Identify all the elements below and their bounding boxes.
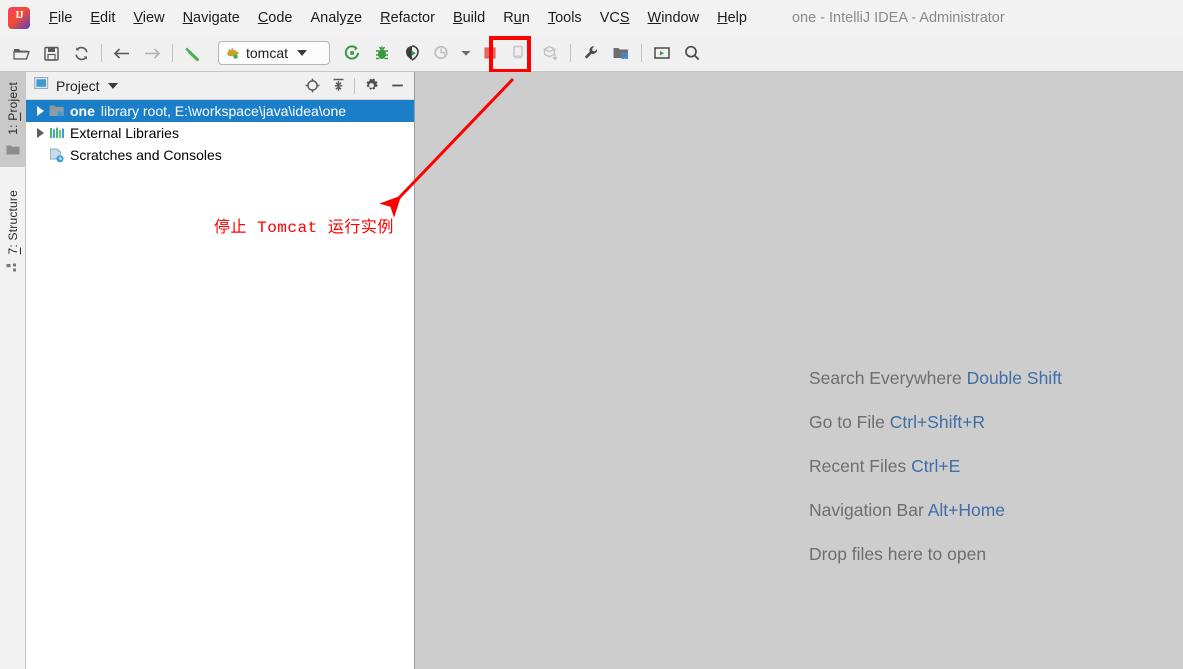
menu-item-file[interactable]: File <box>40 8 81 28</box>
tree-row[interactable]: Scratches and Consoles <box>26 144 414 166</box>
project-tool-window: Project one library root, E:\workspace\j… <box>26 72 415 669</box>
build-project-icon[interactable] <box>178 39 208 67</box>
toolbar-separator <box>172 44 173 62</box>
profile-dropdown-icon[interactable] <box>457 39 475 67</box>
folder-icon <box>6 143 20 161</box>
editor-tip: Go to File Ctrl+Shift+R <box>809 412 1062 433</box>
project-panel-title: Project <box>56 77 100 94</box>
menu-bar: FileEditViewNavigateCodeAnalyzeRefactorB… <box>0 0 1183 35</box>
tomcat-cat-icon <box>225 45 241 61</box>
tree-node-name: External Libraries <box>70 125 179 141</box>
libraries-icon <box>48 125 66 141</box>
menu-item-run[interactable]: Run <box>494 8 539 28</box>
chevron-down-icon[interactable] <box>297 50 308 56</box>
menu-item-analyze[interactable]: Analyze <box>302 8 372 28</box>
tree-node-name: Scratches and Consoles <box>70 147 222 163</box>
editor-tip-label: Recent Files <box>809 456 907 476</box>
menu-item-navigate[interactable]: Navigate <box>174 8 249 28</box>
menu-item-code[interactable]: Code <box>249 8 302 28</box>
menu-item-build[interactable]: Build <box>444 8 494 28</box>
search-icon[interactable] <box>677 39 707 67</box>
open-project-icon[interactable] <box>6 39 36 67</box>
sidebar-item-structure-label: 7: Structure <box>5 190 20 255</box>
window-title: one - IntelliJ IDEA - Administrator <box>791 9 1005 26</box>
editor-tip-shortcut: Ctrl+Shift+R <box>884 412 986 432</box>
tree-node-name: one <box>70 103 95 119</box>
toolbar-separator <box>101 44 102 62</box>
scratches-icon <box>48 147 66 163</box>
menu-item-help[interactable]: Help <box>708 8 756 28</box>
annotation-text: 停止 Tomcat 运行实例 <box>214 219 394 237</box>
left-tool-window-bar: 1: Project 7: Structure <box>0 72 26 669</box>
editor-tip-label: Navigation Bar <box>809 500 924 520</box>
menu-item-refactor[interactable]: Refactor <box>371 8 444 28</box>
sidebar-item-structure[interactable]: 7: Structure <box>0 180 25 280</box>
synchronize-icon[interactable] <box>66 39 96 67</box>
editor-tip: Drop files here to open <box>809 544 1062 565</box>
intellij-idea-logo-icon <box>8 6 30 29</box>
expand-arrow-icon[interactable] <box>32 128 48 138</box>
project-structure-icon[interactable] <box>606 39 636 67</box>
menu-item-view[interactable]: View <box>124 8 173 28</box>
tree-row[interactable]: one library root, E:\workspace\java\idea\… <box>26 100 414 122</box>
main-toolbar: tomcat <box>0 35 1183 72</box>
sidebar-item-project-label: 1: Project <box>5 82 20 135</box>
update-application-icon <box>535 39 565 67</box>
menu-items: File Edit View Navigate Code Analyze Refactor B… <box>40 8 756 28</box>
editor-tip-shortcut: Alt+Home <box>923 500 1006 520</box>
terminal-icon[interactable] <box>647 39 677 67</box>
sidebar-item-project[interactable]: 1: Project <box>0 72 25 167</box>
attach-debugger-icon <box>505 39 535 67</box>
save-all-icon[interactable] <box>36 39 66 67</box>
toolbar-separator <box>570 44 571 62</box>
editor-tip-shortcut: Double Shift <box>961 368 1062 388</box>
forward-icon[interactable] <box>137 39 167 67</box>
editor-tip: Recent Files Ctrl+E <box>809 456 1062 477</box>
menu-item-vcs[interactable]: VCS <box>591 8 639 28</box>
back-icon[interactable] <box>107 39 137 67</box>
project-tree: one library root, E:\workspace\java\idea\… <box>26 100 414 166</box>
editor-empty-area: Search Everywhere Double Shift Go to File… <box>415 72 1183 669</box>
editor-tip: Search Everywhere Double Shift <box>809 368 1062 389</box>
structure-icon <box>6 262 20 280</box>
menu-item-edit[interactable]: Edit <box>81 8 124 28</box>
run-with-coverage-icon[interactable] <box>397 39 427 67</box>
settings-wrench-icon[interactable] <box>576 39 606 67</box>
menu-item-window[interactable]: Window <box>639 8 709 28</box>
project-panel-header: Project <box>26 72 414 100</box>
editor-tips-list: Search Everywhere Double Shift Go to File… <box>809 368 1062 588</box>
editor-tip-label: Drop files here to open <box>809 544 987 564</box>
intellij-idea-window: FileEditViewNavigateCodeAnalyzeRefactorB… <box>0 0 1183 669</box>
editor-tip-label: Search Everywhere <box>809 368 962 388</box>
module-folder-icon <box>48 103 66 119</box>
collapse-all-icon[interactable] <box>325 74 351 98</box>
chevron-down-icon[interactable] <box>107 82 118 89</box>
editor-tip-label: Go to File <box>809 412 885 432</box>
stop-icon[interactable] <box>475 39 505 67</box>
profile-icon <box>427 39 457 67</box>
hide-icon[interactable] <box>384 74 410 98</box>
project-window-icon <box>34 76 49 96</box>
toolbar-separator <box>641 44 642 62</box>
editor-tip: Navigation Bar Alt+Home <box>809 500 1062 521</box>
menu-item-tools[interactable]: Tools <box>539 8 591 28</box>
select-opened-file-icon[interactable] <box>299 74 325 98</box>
run-configuration-label: tomcat <box>246 45 289 61</box>
editor-tip-shortcut: Ctrl+E <box>906 456 961 476</box>
gear-icon[interactable] <box>358 74 384 98</box>
tree-row[interactable]: External Libraries <box>26 122 414 144</box>
run-icon[interactable] <box>337 39 367 67</box>
expand-arrow-icon[interactable] <box>32 106 48 116</box>
tree-node-detail: library root, E:\workspace\java\idea\one <box>100 103 347 119</box>
run-configuration-selector[interactable]: tomcat <box>218 41 330 65</box>
debug-icon[interactable] <box>367 39 397 67</box>
